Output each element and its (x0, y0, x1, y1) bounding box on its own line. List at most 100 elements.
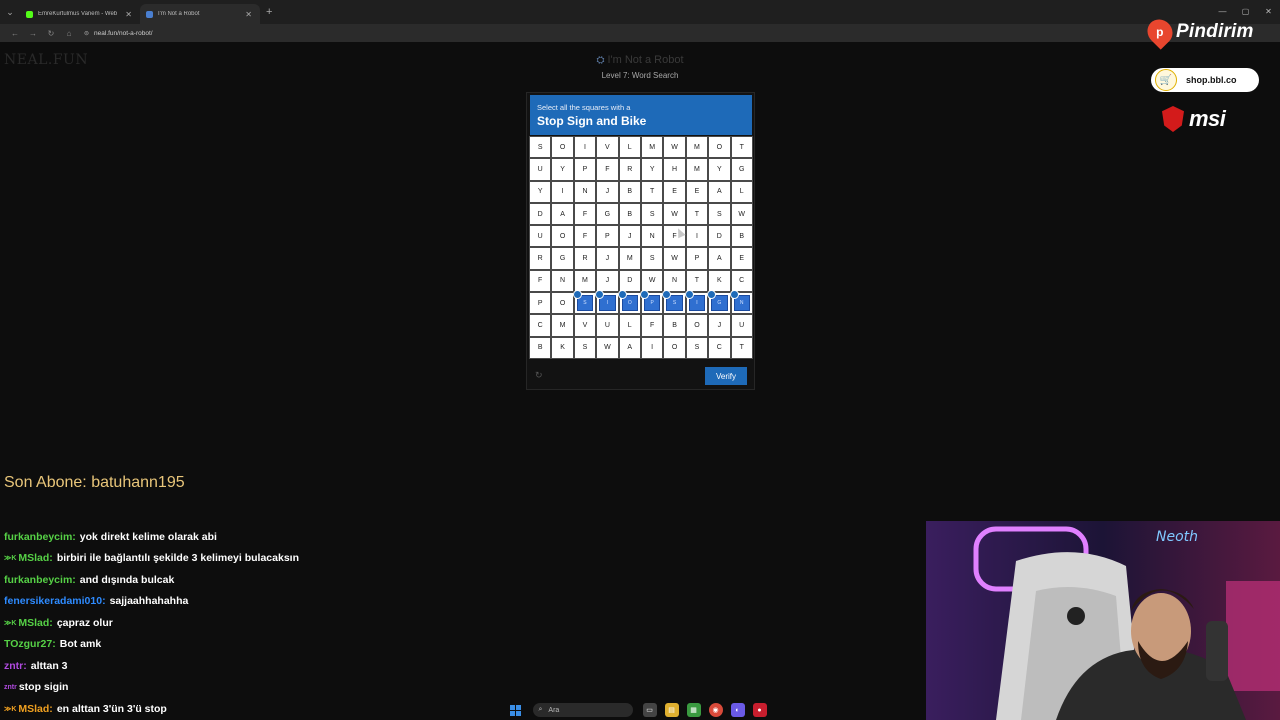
grid-cell[interactable]: Y (529, 180, 552, 203)
grid-cell[interactable]: J (708, 314, 731, 337)
grid-cell[interactable]: F (596, 158, 619, 181)
grid-cell[interactable]: I (573, 136, 597, 159)
grid-cell[interactable]: I (640, 336, 664, 359)
grid-cell[interactable]: S (640, 202, 664, 226)
grid-cell[interactable]: O (551, 292, 574, 315)
grid-cell[interactable]: P (596, 225, 619, 248)
grid-cell[interactable]: S (573, 336, 597, 359)
tab-not-a-robot[interactable]: I'm Not a Robot ✕ (140, 4, 260, 24)
reload-icon[interactable]: ↻ (42, 29, 60, 38)
grid-cell[interactable]: S (529, 136, 552, 159)
grid-cell[interactable]: U (529, 158, 552, 181)
grid-cell[interactable]: L (730, 180, 753, 203)
grid-cell[interactable]: T (685, 269, 709, 293)
grid-cell[interactable]: I (551, 180, 574, 203)
chat-username[interactable]: fenersikeradami010: (4, 595, 106, 607)
grid-cell[interactable]: J (596, 247, 619, 270)
grid-cell[interactable]: W (596, 336, 619, 359)
grid-cell[interactable]: N (551, 269, 574, 293)
site-logo[interactable]: NEAL.FUN (4, 52, 88, 68)
grid-cell[interactable]: Y (708, 158, 731, 181)
grid-cell[interactable]: T (730, 336, 753, 359)
grid-cell[interactable]: P (529, 292, 552, 315)
grid-cell[interactable]: K (551, 336, 574, 359)
grid-cell-selected[interactable]: P (639, 290, 664, 315)
close-tab-icon[interactable]: ✕ (245, 10, 252, 19)
grid-cell[interactable]: C (708, 336, 731, 359)
grid-cell[interactable]: D (708, 225, 731, 248)
grid-cell[interactable]: P (573, 158, 597, 181)
grid-cell[interactable]: C (730, 269, 753, 293)
obs-icon[interactable]: ● (752, 703, 767, 717)
grid-cell[interactable]: J (596, 180, 619, 203)
chat-username[interactable]: furkanbeycim: (4, 531, 76, 543)
grid-cell[interactable]: F (573, 225, 597, 248)
windows-start-icon[interactable] (509, 704, 521, 716)
grid-cell[interactable]: W (663, 136, 686, 159)
grid-cell[interactable]: O (551, 225, 574, 248)
refresh-icon[interactable]: ↻ (535, 370, 543, 381)
grid-cell[interactable]: M (640, 136, 664, 159)
grid-cell[interactable]: J (596, 269, 619, 293)
grid-cell[interactable]: T (730, 136, 753, 159)
grid-cell[interactable]: B (730, 225, 753, 248)
grid-cell[interactable]: F (640, 314, 664, 337)
grid-cell[interactable]: M (573, 269, 597, 293)
grid-cell[interactable]: M (685, 136, 709, 159)
chrome-icon[interactable]: ◉ (708, 703, 723, 717)
grid-cell[interactable]: W (663, 202, 686, 226)
grid-cell-selected[interactable]: I (684, 290, 709, 315)
verify-button[interactable]: Verify (705, 367, 747, 385)
grid-cell-selected[interactable]: G (707, 290, 731, 315)
grid-cell[interactable]: P (685, 247, 709, 270)
tab-kick[interactable]: EmreKurtulmus Vanem - Web ✕ (20, 4, 140, 24)
grid-cell[interactable]: D (618, 269, 641, 293)
grid-cell[interactable]: W (640, 269, 664, 293)
grid-cell[interactable]: W (663, 247, 686, 270)
grid-cell[interactable]: G (551, 247, 574, 270)
grid-cell[interactable]: C (529, 314, 552, 337)
chat-username[interactable]: zntr: (4, 660, 27, 672)
grid-cell[interactable]: A (618, 336, 641, 359)
file-explorer-icon[interactable]: ▤ (664, 703, 679, 717)
grid-cell-selected[interactable]: S (662, 290, 686, 315)
grid-cell[interactable]: Y (551, 158, 574, 181)
tab-search-icon[interactable]: ⌄ (0, 0, 20, 24)
grid-cell[interactable]: L (618, 136, 641, 159)
grid-cell[interactable]: T (685, 202, 709, 226)
grid-cell[interactable]: I (685, 225, 709, 248)
home-icon[interactable]: ⌂ (60, 29, 78, 38)
grid-cell[interactable]: Y (640, 158, 664, 181)
grid-cell[interactable]: O (685, 314, 709, 337)
grid-cell-selected[interactable]: N (729, 290, 753, 315)
grid-cell[interactable]: K (708, 269, 731, 293)
grid-cell[interactable]: O (708, 136, 731, 159)
discord-icon[interactable]: ◐ (730, 703, 745, 717)
grid-cell[interactable]: V (596, 136, 619, 159)
chat-username[interactable]: TOzgur27: (4, 638, 56, 650)
grid-cell[interactable]: F (573, 202, 597, 226)
new-tab-button[interactable]: + (266, 6, 272, 18)
chat-username[interactable]: MSlad: (18, 552, 52, 564)
close-window-icon[interactable]: ✕ (1257, 0, 1280, 24)
grid-cell[interactable]: W (730, 202, 753, 226)
site-info-icon[interactable]: ⊜ (84, 30, 89, 37)
grid-cell[interactable]: J (618, 225, 641, 248)
grid-cell[interactable]: O (663, 336, 686, 359)
chat-username[interactable]: MSlad: (18, 617, 52, 629)
grid-cell[interactable]: G (596, 202, 619, 226)
task-view-icon[interactable]: ▭ (642, 703, 657, 717)
grid-cell[interactable]: R (573, 247, 597, 270)
grid-cell[interactable]: M (551, 314, 574, 337)
grid-cell[interactable]: D (529, 202, 552, 226)
store-icon[interactable]: ▦ (686, 703, 701, 717)
grid-cell-selected[interactable]: I (595, 290, 619, 315)
grid-cell[interactable]: E (685, 180, 709, 203)
grid-cell[interactable]: U (730, 314, 753, 337)
grid-cell[interactable]: G (730, 158, 753, 181)
grid-cell[interactable]: S (685, 336, 709, 359)
grid-cell[interactable]: F (529, 269, 552, 293)
grid-cell[interactable]: U (529, 225, 552, 248)
grid-cell[interactable]: V (573, 314, 597, 337)
url-field[interactable]: ⊜ neal.fun/not-a-robot/ (84, 30, 153, 37)
